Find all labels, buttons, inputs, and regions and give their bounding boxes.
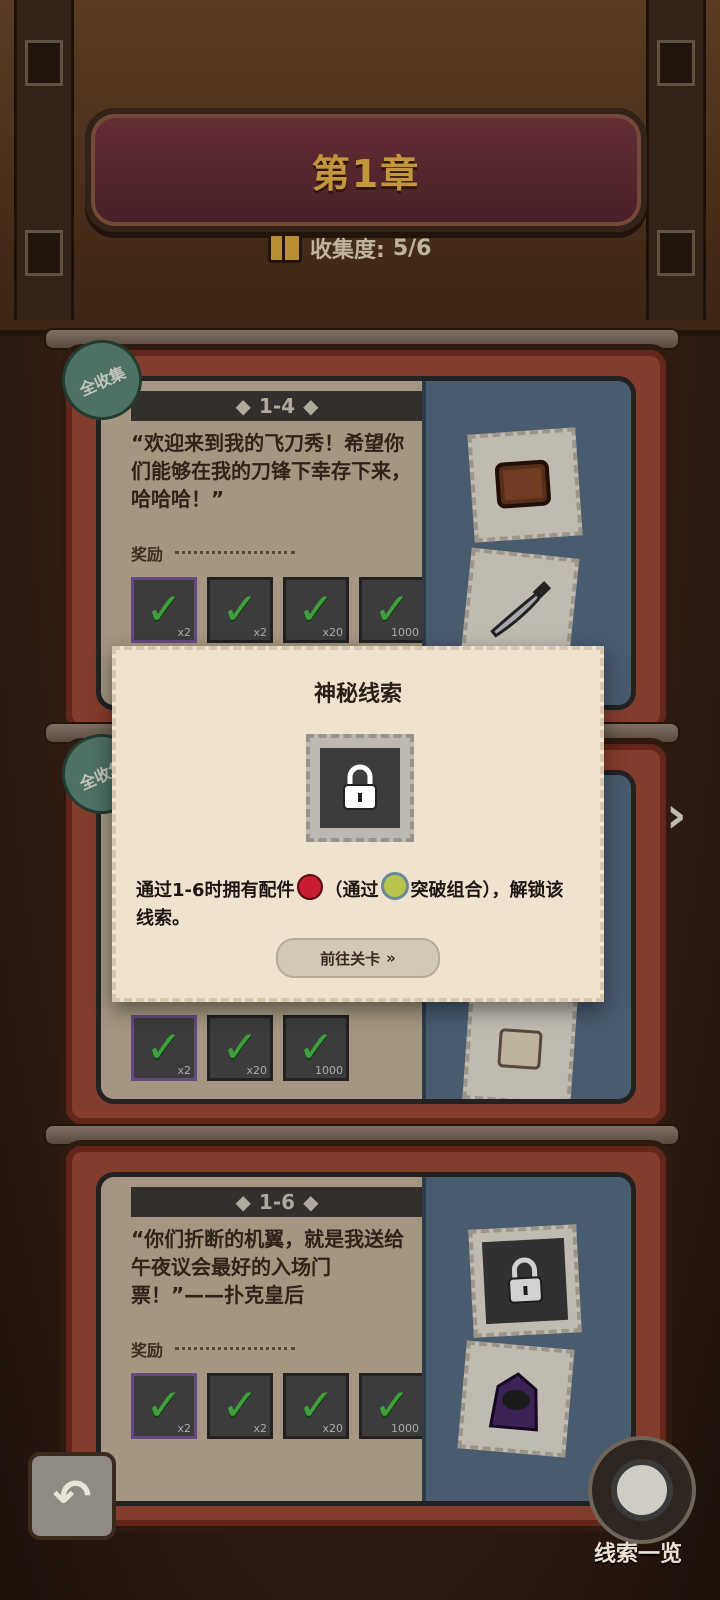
clue-list-label: 线索一览 — [593, 1542, 682, 1567]
modal-description: 通过1-6时拥有配件 （通过 突破组合），解锁该线索。 — [136, 872, 576, 933]
locked-clue-stamp — [306, 734, 414, 842]
lens — [611, 1459, 673, 1521]
accessory-icon — [296, 874, 323, 900]
back-arrow-icon: ↶ — [52, 1469, 92, 1523]
clue-list-button[interactable]: 线索一览 — [568, 1436, 708, 1576]
magnifier-icon — [588, 1436, 696, 1544]
double-chevron-icon: » — [386, 949, 396, 967]
modal-title: 神秘线索 — [313, 682, 402, 707]
desc-text: 通过1-6时拥有配件 — [136, 880, 295, 901]
goto-level-label: 前往关卡 — [320, 949, 381, 968]
desc-text: （通过 — [324, 880, 379, 901]
back-button[interactable]: ↶ — [28, 1452, 116, 1540]
goto-level-button[interactable]: 前往关卡 » — [276, 938, 440, 978]
clue-modal: 神秘线索 通过1-6时拥有配件 （通过 突破组合），解锁该线索。 前往关卡 » — [112, 646, 604, 1002]
breakthrough-icon — [380, 872, 409, 900]
lock-icon — [320, 748, 400, 828]
